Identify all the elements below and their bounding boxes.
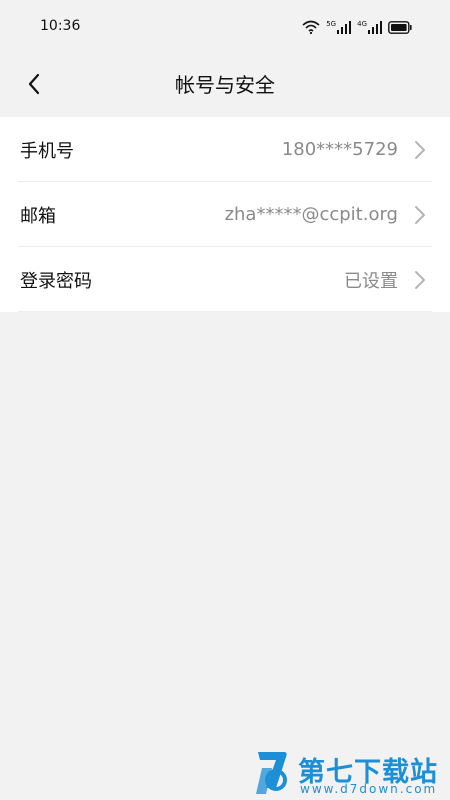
row-label: 邮箱 bbox=[20, 205, 56, 227]
row-value: 180****5729 bbox=[281, 139, 398, 160]
signal-icon bbox=[337, 21, 352, 34]
header: 帐号与安全 bbox=[0, 56, 450, 112]
divider bbox=[18, 311, 432, 312]
site-logo-icon bbox=[256, 752, 287, 794]
row-value: zha*****@ccpit.org bbox=[224, 204, 398, 225]
row-value: 已设置 bbox=[344, 270, 398, 292]
signal-icon bbox=[368, 21, 382, 34]
chevron-right-icon bbox=[415, 141, 425, 159]
page-title: 帐号与安全 bbox=[175, 73, 275, 97]
row-label: 手机号 bbox=[20, 140, 74, 162]
row-password[interactable]: 登录密码 已设置 bbox=[0, 247, 450, 312]
network-label-5g: 5G bbox=[326, 20, 337, 28]
row-label: 登录密码 bbox=[20, 270, 92, 292]
account-list: 手机号 180****5729 邮箱 zha*****@ccpit.org 登录… bbox=[0, 117, 450, 312]
watermark: 第七下载站 www.d7down.com bbox=[254, 748, 450, 800]
signal-group-1: 5G bbox=[326, 20, 352, 34]
network-label-4g: 4G bbox=[357, 20, 367, 28]
battery-icon bbox=[388, 21, 412, 34]
wifi-icon bbox=[302, 20, 320, 34]
status-bar: 10:36 5G 4G bbox=[0, 0, 450, 56]
status-icons: 5G 4G bbox=[302, 18, 412, 34]
status-time: 10:36 bbox=[40, 18, 81, 34]
watermark-url: www.d7down.com bbox=[300, 782, 438, 796]
signal-group-2: 4G bbox=[357, 21, 382, 34]
chevron-right-icon bbox=[415, 271, 425, 289]
row-email[interactable]: 邮箱 zha*****@ccpit.org bbox=[0, 182, 450, 247]
row-phone[interactable]: 手机号 180****5729 bbox=[0, 117, 450, 182]
chevron-right-icon bbox=[415, 206, 425, 224]
